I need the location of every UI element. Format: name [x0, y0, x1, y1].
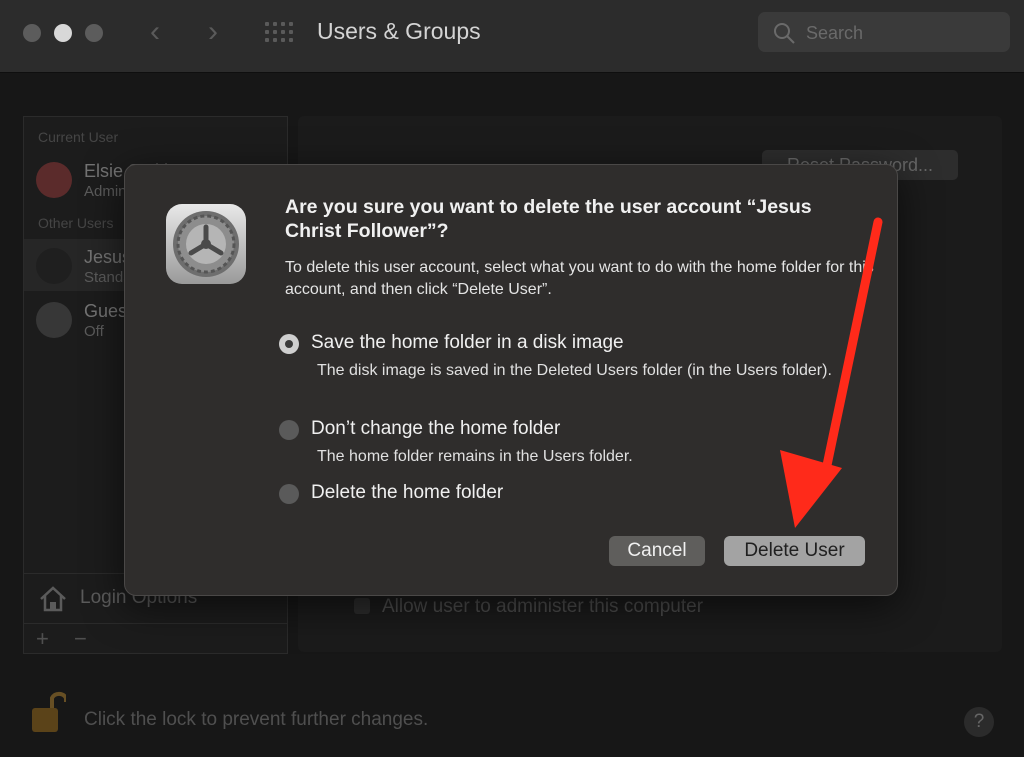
delete-user-dialog: Are you sure you want to delete the user…: [124, 164, 898, 596]
minimize-window-button[interactable]: [54, 24, 72, 42]
close-window-button[interactable]: [23, 24, 41, 42]
show-all-grid-icon[interactable]: [265, 22, 293, 44]
zoom-window-button[interactable]: [85, 24, 103, 42]
search-placeholder: Search: [806, 23, 864, 43]
option-description: The disk image is saved in the Deleted U…: [317, 362, 832, 379]
delete-user-button[interactable]: Delete User: [724, 536, 865, 566]
window-title: Users & Groups: [317, 18, 481, 44]
search-icon: [774, 23, 795, 44]
search-field[interactable]: Search: [758, 12, 1010, 52]
dialog-title: Are you sure you want to delete the user…: [285, 196, 812, 242]
radio-button[interactable]: [279, 420, 299, 440]
option-label: Delete the home folder: [311, 482, 504, 503]
radio-button-selected[interactable]: [279, 334, 299, 354]
dialog-description: To delete this user account, select what…: [285, 259, 874, 298]
system-preferences-gear-icon: [166, 204, 246, 284]
radio-button[interactable]: [279, 484, 299, 504]
option-description: The home folder remains in the Users fol…: [317, 448, 633, 465]
back-icon[interactable]: ‹: [150, 16, 160, 48]
title-bar: ‹ › Users & Groups Search: [0, 0, 1024, 73]
forward-icon[interactable]: ›: [208, 16, 218, 48]
option-label: Don’t change the home folder: [311, 418, 561, 439]
option-label: Save the home folder in a disk image: [311, 332, 624, 353]
cancel-button[interactable]: Cancel: [609, 536, 705, 566]
